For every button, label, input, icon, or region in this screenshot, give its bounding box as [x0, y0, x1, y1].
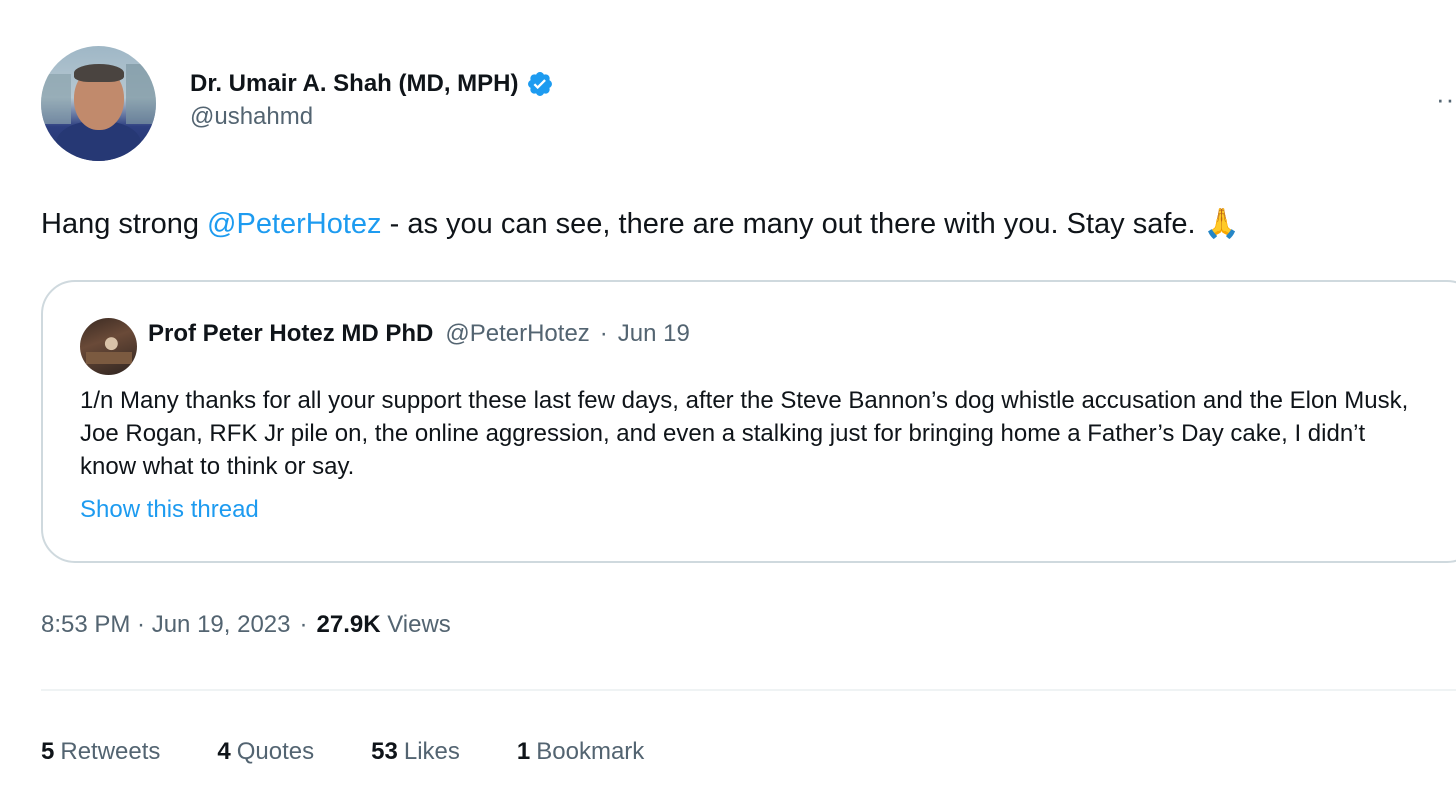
avatar-background	[126, 64, 156, 124]
quoted-header-separator: ·	[599, 320, 608, 347]
avatar-hair	[74, 64, 124, 82]
meta-separator: ·	[299, 611, 308, 638]
quoted-author-name[interactable]: Prof Peter Hotez MD PhD	[148, 320, 433, 348]
quoted-tweet-card[interactable]: Prof Peter Hotez MD PhD @PeterHotez · Ju…	[41, 280, 1456, 563]
divider	[41, 689, 1456, 691]
retweets-stat[interactable]: 5 Retweets	[41, 738, 160, 766]
quoted-tweet-header: Prof Peter Hotez MD PhD @PeterHotez · Ju…	[148, 320, 690, 348]
quoted-author-handle[interactable]: @PeterHotez	[445, 320, 589, 348]
likes-stat[interactable]: 53 Likes	[371, 738, 460, 766]
stat-label: Likes	[403, 738, 460, 765]
author-handle[interactable]: @ushahmd	[190, 103, 313, 131]
quoted-tweet-text: 1/n Many thanks for all your support the…	[80, 387, 1409, 480]
verified-badge-icon[interactable]	[526, 70, 554, 98]
author-display-name[interactable]: Dr. Umair A. Shah (MD, MPH)	[190, 70, 518, 98]
avatar-desk	[86, 352, 132, 364]
show-thread-link[interactable]: Show this thread	[80, 496, 259, 524]
stat-count: 53	[371, 738, 398, 765]
more-options-icon[interactable]: ··	[1436, 84, 1455, 115]
quoted-tweet-date[interactable]: Jun 19	[618, 320, 690, 348]
views-label: Views	[387, 611, 451, 638]
stat-count: 4	[217, 738, 231, 765]
stat-count: 1	[516, 738, 531, 765]
tweet-text-before: Hang strong	[41, 208, 208, 240]
tweet-text-after: - as you can see, there are many out the…	[381, 208, 1240, 240]
author-avatar[interactable]	[41, 46, 156, 161]
engagement-stats: 5 Retweets 4 Quotes 53 Likes 1 Bookmark	[41, 738, 701, 766]
avatar-background	[41, 74, 71, 124]
tweet-mention-link[interactable]: @PeterHotez	[207, 208, 382, 240]
views-count: 27.9K	[316, 611, 381, 638]
stat-count: 5	[41, 738, 55, 765]
quoted-author-avatar[interactable]	[80, 318, 137, 375]
author-name-row: Dr. Umair A. Shah (MD, MPH)	[190, 70, 554, 98]
tweet-timestamp[interactable]: 8:53 PM · Jun 19, 2023	[41, 611, 291, 638]
bookmarks-stat[interactable]: 1 Bookmark	[517, 738, 644, 766]
quotes-stat[interactable]: 4 Quotes	[217, 738, 314, 766]
stat-label: Bookmark	[536, 738, 645, 765]
stat-label: Quotes	[236, 738, 315, 765]
tweet-text: Hang strong @PeterHotez - as you can see…	[41, 207, 1240, 241]
tweet-meta: 8:53 PM · Jun 19, 2023 · 27.9K Views	[41, 611, 451, 639]
stat-label: Retweets	[60, 738, 161, 765]
